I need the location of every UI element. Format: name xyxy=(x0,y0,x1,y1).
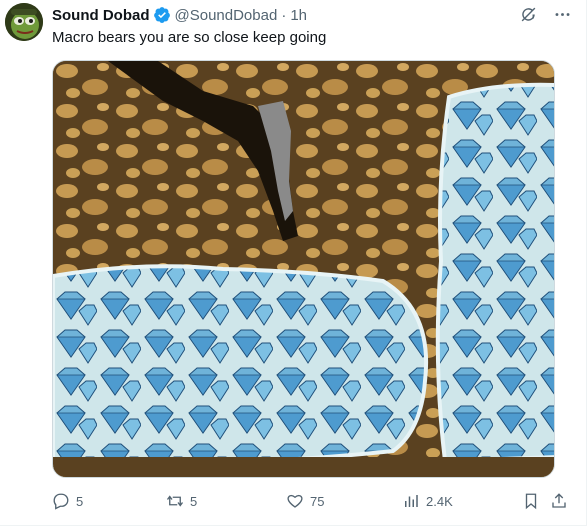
timestamp[interactable]: 1h xyxy=(290,7,307,24)
grok-icon[interactable] xyxy=(518,4,538,24)
like-button[interactable]: 75 xyxy=(286,492,324,510)
share-button[interactable] xyxy=(550,492,568,510)
more-icon[interactable] xyxy=(552,4,572,24)
repost-count: 5 xyxy=(190,493,198,509)
share-icon xyxy=(552,493,566,508)
diamond-mine-image xyxy=(53,61,554,477)
reply-count: 5 xyxy=(76,493,84,509)
separator: · xyxy=(281,6,287,24)
avatar[interactable] xyxy=(5,3,43,41)
handle[interactable]: @SoundDobad xyxy=(175,7,278,24)
display-name[interactable]: Sound Dobad xyxy=(52,7,150,24)
bookmark-icon xyxy=(525,493,537,510)
tweet-image[interactable] xyxy=(52,60,555,478)
repost-icon xyxy=(166,495,184,507)
tweet-top-actions xyxy=(518,4,572,24)
tweet[interactable]: Sound Dobad @SoundDobad · 1h Macro bears… xyxy=(0,0,587,526)
views-icon xyxy=(405,495,418,507)
reply-button[interactable]: 5 xyxy=(52,492,83,510)
views-button[interactable]: 2.4K xyxy=(402,492,453,510)
repost-button[interactable]: 5 xyxy=(166,492,197,510)
tweet-text: Macro bears you are so close keep going xyxy=(52,29,327,46)
tweet-header: Sound Dobad @SoundDobad · 1h xyxy=(52,6,307,24)
heart-icon xyxy=(287,494,303,508)
avatar-image xyxy=(5,3,43,41)
reply-icon xyxy=(53,493,69,510)
bookmark-button[interactable] xyxy=(522,492,540,510)
like-count: 75 xyxy=(310,493,325,509)
views-count: 2.4K xyxy=(426,493,453,509)
action-bar: 5 5 75 2.4K xyxy=(52,490,568,512)
verified-badge-icon xyxy=(153,6,171,24)
